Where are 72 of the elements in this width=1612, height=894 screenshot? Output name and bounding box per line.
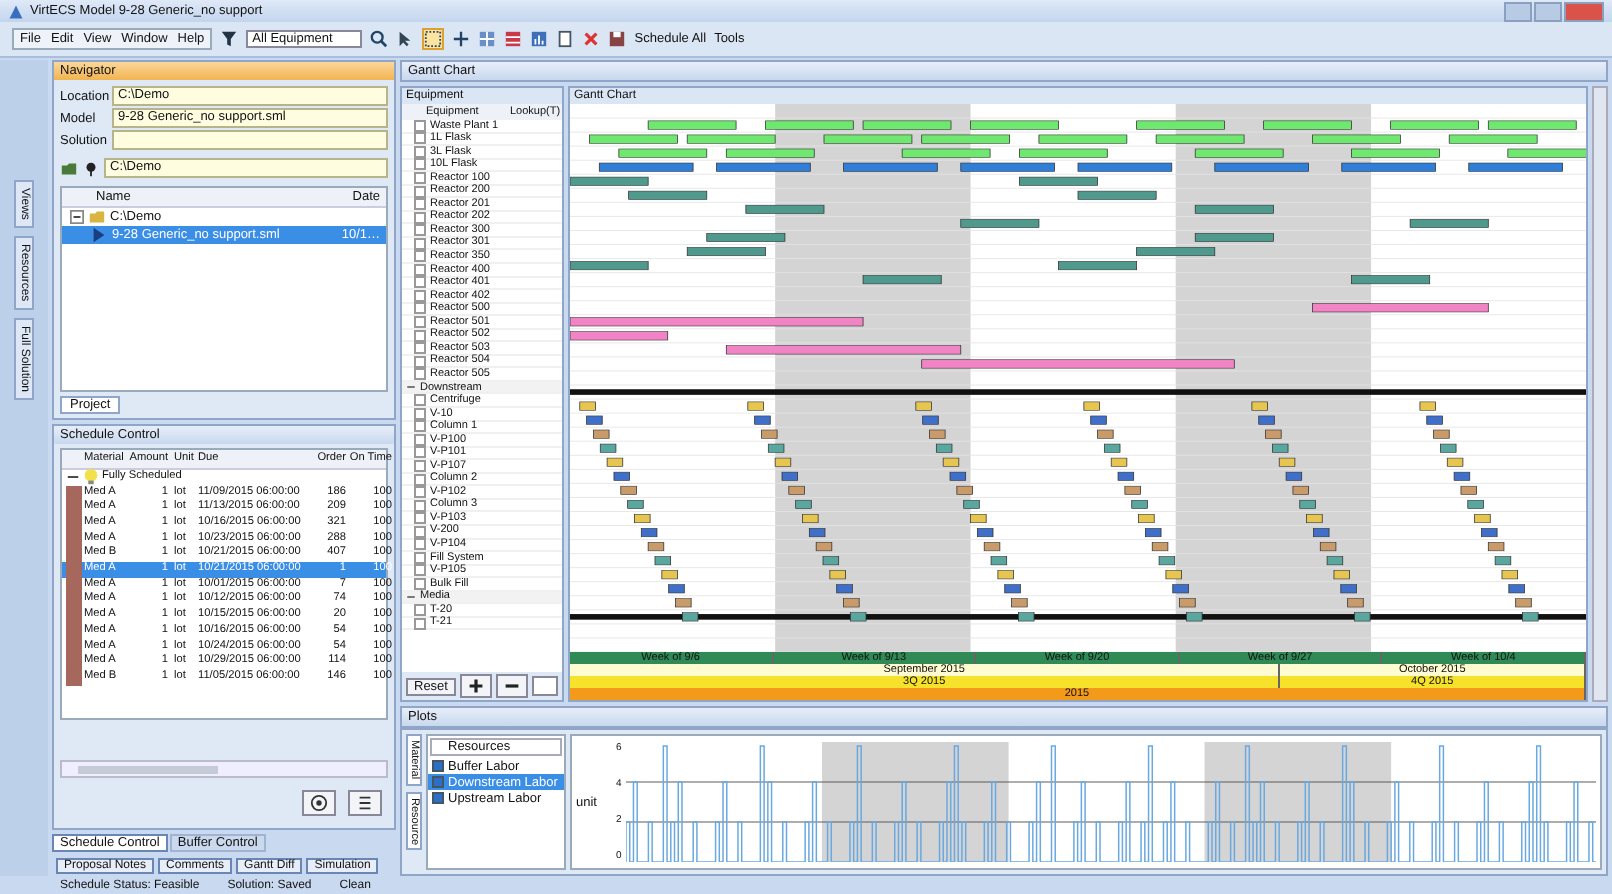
minus-icon bbox=[503, 678, 520, 694]
checkbox[interactable] bbox=[414, 604, 426, 617]
plus-icon bbox=[467, 678, 484, 694]
checkbox[interactable] bbox=[414, 407, 426, 420]
checkbox[interactable] bbox=[414, 420, 426, 433]
scrollbar[interactable] bbox=[1592, 86, 1608, 702]
expander-icon[interactable] bbox=[70, 210, 84, 224]
checkbox[interactable] bbox=[414, 460, 426, 472]
checkbox[interactable] bbox=[414, 263, 426, 276]
checkbox[interactable] bbox=[432, 792, 444, 804]
checkbox[interactable] bbox=[414, 315, 426, 328]
checkbox[interactable] bbox=[414, 617, 426, 630]
checkbox[interactable] bbox=[414, 473, 426, 486]
checkbox[interactable] bbox=[414, 512, 426, 525]
checkbox[interactable] bbox=[414, 486, 426, 499]
checkbox[interactable] bbox=[414, 171, 426, 184]
select-icon[interactable] bbox=[422, 28, 445, 50]
checkbox[interactable] bbox=[414, 250, 426, 263]
checkbox[interactable] bbox=[414, 433, 426, 446]
arrow-icon bbox=[90, 226, 108, 244]
expander-icon[interactable] bbox=[406, 382, 416, 393]
expander-icon[interactable] bbox=[406, 591, 416, 602]
checkbox[interactable] bbox=[414, 499, 426, 512]
cursor-icon[interactable] bbox=[396, 30, 415, 48]
checkbox[interactable] bbox=[414, 198, 426, 211]
checkbox[interactable] bbox=[432, 760, 444, 772]
schedule-button[interactable] bbox=[348, 790, 382, 816]
checkbox[interactable] bbox=[414, 577, 426, 590]
checkbox[interactable] bbox=[432, 776, 444, 788]
checkbox[interactable] bbox=[414, 224, 426, 237]
remove-button[interactable] bbox=[495, 674, 528, 698]
checkbox[interactable] bbox=[414, 564, 426, 577]
text-field[interactable] bbox=[112, 130, 388, 150]
checkbox[interactable] bbox=[414, 119, 426, 132]
checkbox[interactable] bbox=[414, 551, 426, 564]
checkbox[interactable] bbox=[414, 276, 426, 289]
minimize-button[interactable] bbox=[1504, 1, 1532, 21]
checkbox[interactable] bbox=[414, 446, 426, 459]
document-icon[interactable] bbox=[556, 30, 575, 48]
save-icon[interactable] bbox=[608, 30, 627, 48]
checkbox[interactable] bbox=[414, 132, 426, 145]
close-icon[interactable] bbox=[582, 30, 601, 48]
pin-icon[interactable] bbox=[82, 159, 100, 177]
filter-icon[interactable] bbox=[220, 30, 239, 48]
checkbox[interactable] bbox=[414, 525, 426, 538]
target-icon bbox=[310, 794, 328, 812]
table-icon[interactable] bbox=[504, 30, 523, 48]
grid-icon[interactable] bbox=[478, 30, 497, 48]
folder-icon[interactable] bbox=[60, 159, 78, 177]
target-button[interactable] bbox=[302, 790, 336, 816]
close-button[interactable] bbox=[1564, 1, 1604, 21]
checkbox[interactable] bbox=[414, 538, 426, 551]
checkbox[interactable] bbox=[414, 342, 426, 355]
checkbox[interactable] bbox=[414, 185, 426, 198]
checkbox[interactable] bbox=[414, 237, 426, 250]
checkbox[interactable] bbox=[414, 211, 426, 224]
checkbox[interactable] bbox=[414, 145, 426, 158]
lines-icon bbox=[356, 794, 374, 812]
add-button[interactable] bbox=[459, 674, 492, 698]
scrollbar[interactable] bbox=[60, 760, 388, 778]
checkbox[interactable] bbox=[414, 368, 426, 381]
maximize-button[interactable] bbox=[1534, 1, 1562, 21]
checkbox[interactable] bbox=[414, 329, 426, 342]
checkbox[interactable] bbox=[414, 302, 426, 315]
checkbox[interactable] bbox=[414, 158, 426, 171]
search-icon[interactable] bbox=[370, 30, 389, 48]
lightbulb-icon bbox=[82, 468, 100, 487]
spinner-field[interactable] bbox=[531, 676, 558, 696]
checkbox[interactable] bbox=[414, 289, 426, 302]
checkbox[interactable] bbox=[414, 394, 426, 407]
chart-icon[interactable] bbox=[530, 30, 549, 48]
checkbox[interactable] bbox=[414, 355, 426, 368]
